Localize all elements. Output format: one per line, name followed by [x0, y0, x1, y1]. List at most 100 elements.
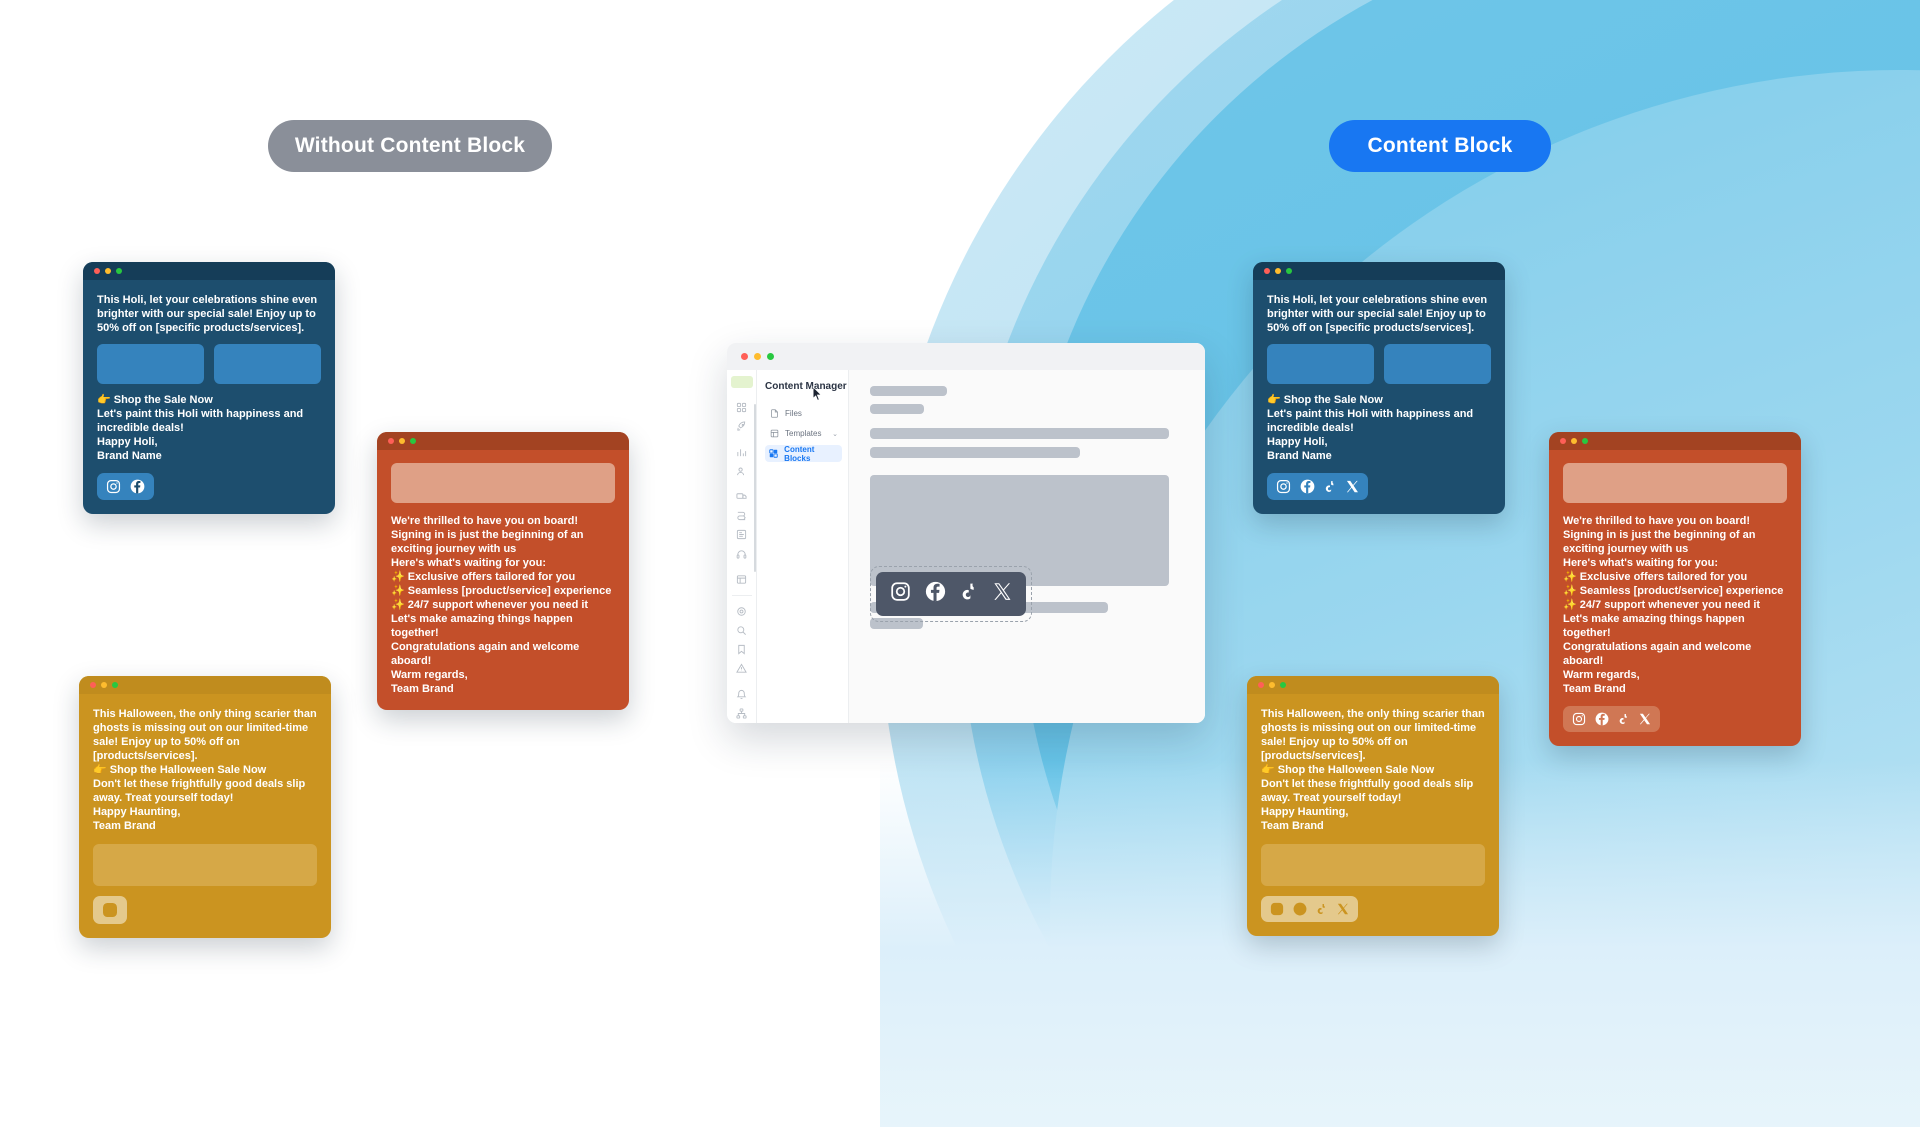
- label-without-content-block: Without Content Block: [268, 120, 552, 172]
- screenshot-root: Without Content Block Content Block This…: [0, 0, 1920, 1127]
- instagram-icon[interactable]: [1276, 479, 1291, 494]
- content-manager-window: Content Manager Files Templates ⌄ Conten…: [727, 343, 1205, 723]
- x-icon[interactable]: [1346, 480, 1359, 493]
- nav-item-label: Content Blocks: [784, 444, 815, 463]
- tiktok-icon[interactable]: [1316, 902, 1328, 916]
- image-placeholder: [93, 844, 317, 886]
- holi-paragraph: This Holi, let your celebrations shine e…: [97, 294, 318, 334]
- skeleton-line: [870, 386, 947, 396]
- nav-item-templates[interactable]: Templates ⌄: [765, 425, 842, 442]
- instagram-icon[interactable]: [106, 479, 121, 494]
- welcome-line1: We're thrilled to have you on board! Sig…: [1563, 515, 1756, 555]
- reports-icon[interactable]: [734, 574, 750, 585]
- bookmark-icon[interactable]: [734, 644, 750, 655]
- card-body: This Halloween, the only thing scarier t…: [1247, 694, 1499, 936]
- bell-icon[interactable]: [734, 689, 750, 700]
- image-placeholder: [214, 344, 321, 384]
- settings-icon[interactable]: [734, 606, 750, 617]
- facebook-icon[interactable]: [1300, 479, 1315, 494]
- image-placeholder-row: [1267, 344, 1491, 384]
- nav-panel-title: Content Manager: [765, 381, 847, 392]
- skeleton-line: [870, 404, 924, 414]
- tiktok-icon[interactable]: [1324, 479, 1337, 494]
- image-placeholder: [1384, 344, 1491, 384]
- card-body: This Halloween, the only thing scarier t…: [79, 694, 331, 938]
- welcome-line4: Congratulations again and welcome aboard…: [391, 641, 580, 667]
- x-icon[interactable]: [1639, 713, 1651, 725]
- email-card-welcome-without: We're thrilled to have you on board! Sig…: [377, 432, 629, 710]
- holi-line3: Happy Holi,: [97, 436, 158, 448]
- tiktok-icon[interactable]: [960, 581, 979, 607]
- card-titlebar: [377, 432, 629, 450]
- welcome-line5: Warm regards,: [1563, 669, 1640, 681]
- hierarchy-icon[interactable]: [734, 708, 750, 719]
- app-logo: [730, 376, 753, 388]
- skeleton-line: [870, 447, 1080, 458]
- card-body: This Holi, let your celebrations shine e…: [1253, 280, 1505, 514]
- window-dot-close-icon: [94, 268, 100, 274]
- x-icon[interactable]: [993, 582, 1012, 606]
- welcome-bullet3: ✨ 24/7 support whenever you need it: [391, 599, 589, 611]
- holi-line3: Happy Holi,: [1267, 436, 1328, 448]
- automation-icon[interactable]: [734, 510, 750, 521]
- welcome-bullet2: ✨ Seamless [product/service] experience: [391, 585, 612, 597]
- tiktok-icon[interactable]: [1618, 712, 1630, 726]
- welcome-line2: Here's what's waiting for you:: [391, 557, 546, 569]
- rail-scrollbar[interactable]: [754, 404, 756, 572]
- app-titlebar: [727, 343, 1205, 370]
- chevron-down-icon[interactable]: ⌄: [832, 430, 838, 438]
- image-placeholder: [1267, 344, 1374, 384]
- halloween-line1: This Halloween, the only thing scarier t…: [1261, 708, 1485, 762]
- instagram-icon[interactable]: [1270, 902, 1284, 916]
- template-icon: [769, 429, 779, 439]
- instagram-icon[interactable]: [102, 902, 118, 918]
- welcome-bullet3: ✨ 24/7 support whenever you need it: [1563, 599, 1761, 611]
- window-dot-minimize-icon: [101, 682, 107, 688]
- facebook-icon[interactable]: [130, 479, 145, 494]
- welcome-line5: Warm regards,: [391, 669, 468, 681]
- welcome-line6: Team Brand: [1563, 683, 1626, 695]
- halloween-line2: Don't let these frightfully good deals s…: [93, 778, 306, 804]
- contacts-icon[interactable]: [734, 466, 750, 477]
- holi-cta: 👉 Shop the Sale Now: [1267, 394, 1383, 406]
- email-card-holi-with: This Holi, let your celebrations shine e…: [1253, 262, 1505, 514]
- social-bar: [93, 896, 127, 924]
- window-minimize-icon[interactable]: [754, 353, 761, 360]
- window-dot-maximize-icon: [1582, 438, 1588, 444]
- nav-item-files[interactable]: Files: [765, 405, 842, 422]
- holi-line2: Let's paint this Holi with happiness and…: [97, 408, 304, 434]
- facebook-icon[interactable]: [925, 581, 946, 607]
- window-dot-minimize-icon: [1269, 682, 1275, 688]
- instagram-icon[interactable]: [1572, 712, 1586, 726]
- window-dot-minimize-icon: [1275, 268, 1281, 274]
- welcome-line6: Team Brand: [391, 683, 454, 695]
- rocket-icon[interactable]: [734, 421, 750, 432]
- chart-icon[interactable]: [734, 446, 750, 457]
- window-maximize-icon[interactable]: [767, 353, 774, 360]
- x-icon[interactable]: [1337, 903, 1349, 915]
- welcome-bullet1: ✨ Exclusive offers tailored for you: [391, 571, 576, 583]
- social-content-block-dropzone[interactable]: [870, 566, 1032, 622]
- instagram-icon[interactable]: [890, 581, 911, 607]
- search-settings-icon[interactable]: [734, 625, 750, 636]
- welcome-line3: Let's make amazing things happen togethe…: [391, 613, 573, 639]
- window-dot-close-icon: [1560, 438, 1566, 444]
- welcome-line2: Here's what's waiting for you:: [1563, 557, 1718, 569]
- forms-icon[interactable]: [734, 529, 750, 540]
- support-icon[interactable]: [734, 549, 750, 560]
- welcome-bullet1: ✨ Exclusive offers tailored for you: [1563, 571, 1748, 583]
- window-close-icon[interactable]: [741, 353, 748, 360]
- campaigns-icon[interactable]: [734, 491, 750, 502]
- email-card-holi-without: This Holi, let your celebrations shine e…: [83, 262, 335, 514]
- social-bar: [1261, 896, 1358, 922]
- facebook-icon[interactable]: [1293, 902, 1307, 916]
- rail-divider: [731, 595, 752, 596]
- social-content-block[interactable]: [876, 572, 1026, 616]
- window-dot-close-icon: [1264, 268, 1270, 274]
- nav-item-content-blocks[interactable]: Content Blocks: [765, 444, 842, 463]
- image-placeholder-row: [97, 344, 321, 384]
- card-titlebar: [83, 262, 335, 280]
- alert-icon[interactable]: [734, 663, 750, 674]
- dashboard-icon[interactable]: [734, 402, 750, 413]
- facebook-icon[interactable]: [1595, 712, 1609, 726]
